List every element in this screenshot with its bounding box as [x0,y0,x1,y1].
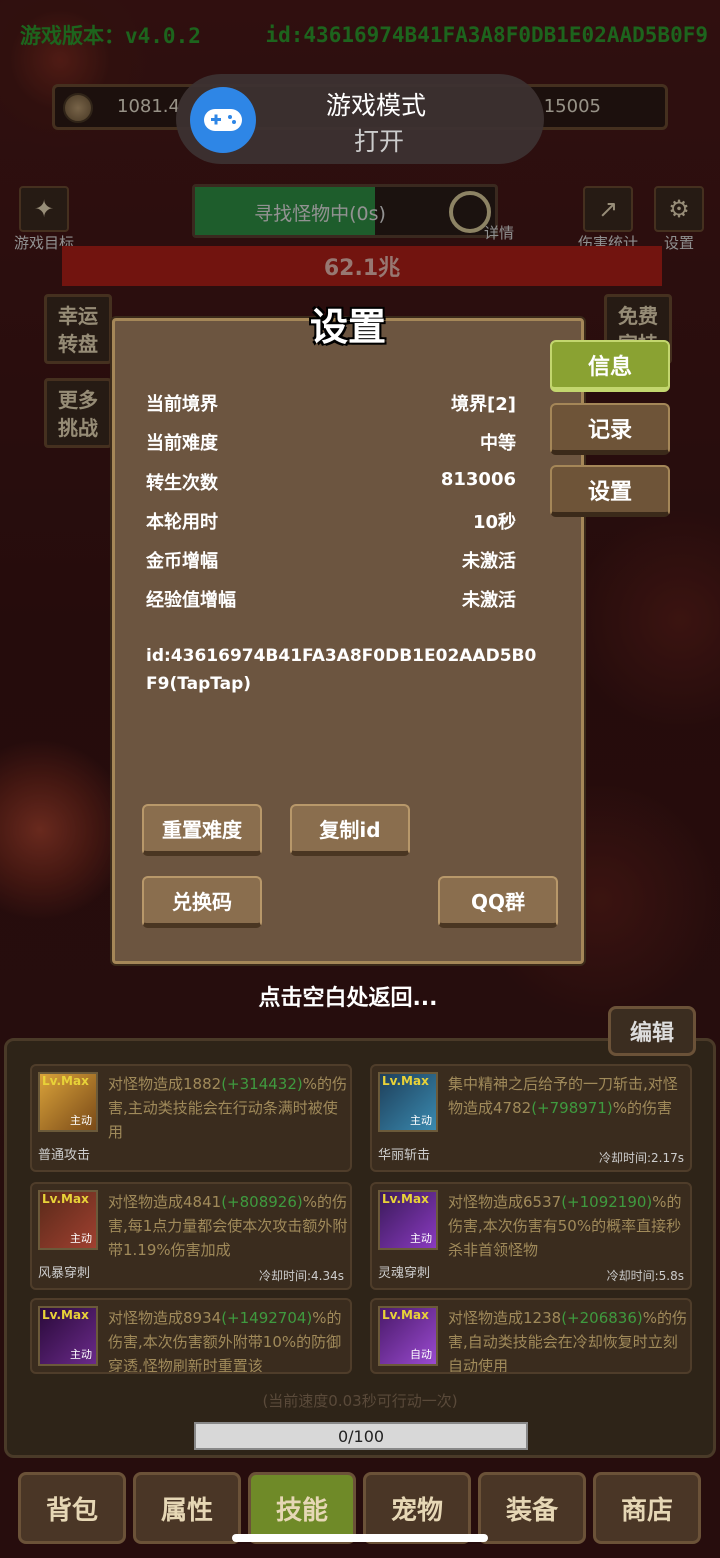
skill-cooldown: 冷却时间:2.17s [598,1151,684,1165]
skill-card[interactable]: Lv.Max 主动 风暴穿刺 对怪物造成4841(+808926)%的伤害,每1… [30,1182,352,1290]
row-label: 金币增幅 [146,551,218,572]
qq-group-button[interactable]: QQ群 [438,876,558,928]
skill-level: Lv.Max [382,1308,429,1322]
desc-highlight: (+798971) [531,1099,613,1117]
skill-level: Lv.Max [382,1074,429,1088]
skill-icon: Lv.Max 主动 [38,1072,98,1132]
skill-cooldown: 冷却时间:5.8s [606,1269,684,1283]
info-row: 当前境界 境界[2] [146,390,516,416]
desc-highlight: (+1092190) [561,1193,653,1211]
copy-id-button[interactable]: 复制id [290,804,410,856]
toast-subtitle: 打开 [354,127,405,156]
skill-card[interactable]: Lv.Max 主动 普通攻击 对怪物造成1882(+314432)%的伤害,主动… [30,1064,352,1172]
skill-level: Lv.Max [382,1192,429,1206]
row-value: 未激活 [462,551,516,572]
skill-card[interactable]: Lv.Max 主动 灵魂穿刺 对怪物造成6537(+1092190)%的伤害,本… [370,1182,692,1290]
skill-type: 自动 [410,1348,432,1361]
game-mode-toast: 游戏模式 打开 [176,74,544,164]
skill-icon: Lv.Max 主动 [378,1072,438,1132]
return-hint: 点击空白处返回... [258,986,438,1011]
row-value: 中等 [480,433,516,454]
skill-name: 灵魂穿刺 [378,1266,431,1281]
gamepad-icon [190,87,256,153]
skill-type: 主动 [70,1232,92,1245]
skill-desc: 对怪物造成1882(+314432)%的伤害,主动类技能会在行动条满时被使用 [108,1072,348,1144]
tab-record[interactable]: 记录 [550,403,670,455]
nav-equipment[interactable]: 装备 [478,1472,586,1544]
desc-part: 对怪物造成8934 [108,1309,222,1327]
nav-backpack[interactable]: 背包 [18,1472,126,1544]
desc-highlight: (+808926) [221,1193,303,1211]
skill-icon: Lv.Max 主动 [378,1190,438,1250]
tab-info[interactable]: 信息 [550,340,670,392]
skill-desc: 集中精神之后给予的一刀斩击,对怪物造成4782(+798971)%的伤害 [448,1072,688,1120]
skill-card[interactable]: Lv.Max 主动 华丽斩击 集中精神之后给予的一刀斩击,对怪物造成4782(+… [370,1064,692,1172]
skill-name: 华丽斩击 [378,1148,431,1163]
row-label: 当前境界 [146,394,218,415]
skill-name: 普通攻击 [38,1148,91,1163]
reset-difficulty-button[interactable]: 重置难度 [142,804,262,856]
row-value: 813006 [440,469,516,490]
skill-type: 主动 [70,1348,92,1361]
toast-title: 游戏模式 [326,91,427,120]
info-row: 转生次数 813006 [146,469,516,495]
row-value: 境界[2] [451,394,516,415]
desc-part: 对怪物造成1238 [448,1309,562,1327]
nav-attributes[interactable]: 属性 [133,1472,241,1544]
skill-name: 风暴穿刺 [38,1266,91,1281]
desc-part: %的伤害 [612,1099,672,1117]
nav-shop[interactable]: 商店 [593,1472,701,1544]
info-row: 经验值增幅 未激活 [146,586,516,612]
desc-part: 对怪物造成4841 [108,1193,222,1211]
skill-desc: 对怪物造成4841(+808926)%的伤害,每1点力量都会使本次攻击额外附带1… [108,1190,348,1262]
desc-part: 对怪物造成6537 [448,1193,562,1211]
skill-desc: 对怪物造成8934(+1492704)%的伤害,本次伤害额外附带10%的防御穿透… [108,1306,348,1372]
skill-type: 主动 [410,1232,432,1245]
skill-desc: 对怪物造成1238(+206836)%的伤害,自动类技能会在冷却恢复时立刻自动使… [448,1306,688,1372]
skill-level: Lv.Max [42,1308,89,1322]
skill-level: Lv.Max [42,1192,89,1206]
skill-cooldown: 冷却时间:4.34s [258,1269,344,1283]
row-label: 当前难度 [146,433,218,454]
skill-icon: Lv.Max 主动 [38,1306,98,1366]
desc-highlight: (+314432) [221,1075,303,1093]
home-indicator[interactable] [232,1534,488,1542]
row-label: 本轮用时 [146,512,218,533]
skill-desc: 对怪物造成6537(+1092190)%的伤害,本次伤害有50%的概率直接秒杀非… [448,1190,688,1262]
desc-highlight: (+1492704) [221,1309,313,1327]
desc-highlight: (+206836) [561,1309,643,1327]
row-value: 10秒 [472,512,516,533]
row-label: 经验值增幅 [146,590,236,611]
skill-type: 主动 [410,1114,432,1127]
edit-button[interactable]: 编辑 [608,1006,696,1056]
skill-card[interactable]: Lv.Max 主动 对怪物造成8934(+1492704)%的伤害,本次伤害额外… [30,1298,352,1374]
row-value: 未激活 [462,590,516,611]
skill-type: 主动 [70,1114,92,1127]
skill-icon: Lv.Max 自动 [378,1306,438,1366]
skill-icon: Lv.Max 主动 [38,1190,98,1250]
action-speed-text: (当前速度0.03秒可行动一次) [262,1392,458,1410]
tab-settings[interactable]: 设置 [550,465,670,517]
xp-value: 0/100 [337,1426,385,1446]
skill-level: Lv.Max [42,1074,89,1088]
row-label: 转生次数 [146,473,218,494]
xp-bar: 0/100 [194,1422,528,1450]
info-row: 当前难度 中等 [146,429,516,455]
skill-card[interactable]: Lv.Max 自动 对怪物造成1238(+206836)%的伤害,自动类技能会在… [370,1298,692,1374]
info-row: 金币增幅 未激活 [146,547,516,573]
info-row: 本轮用时 10秒 [146,508,516,534]
redeem-code-button[interactable]: 兑换码 [142,876,262,928]
full-id-text: id:43616974B41FA3A8F0DB1E02AAD5B0F9(TapT… [146,646,537,694]
desc-part: 对怪物造成1882 [108,1075,222,1093]
